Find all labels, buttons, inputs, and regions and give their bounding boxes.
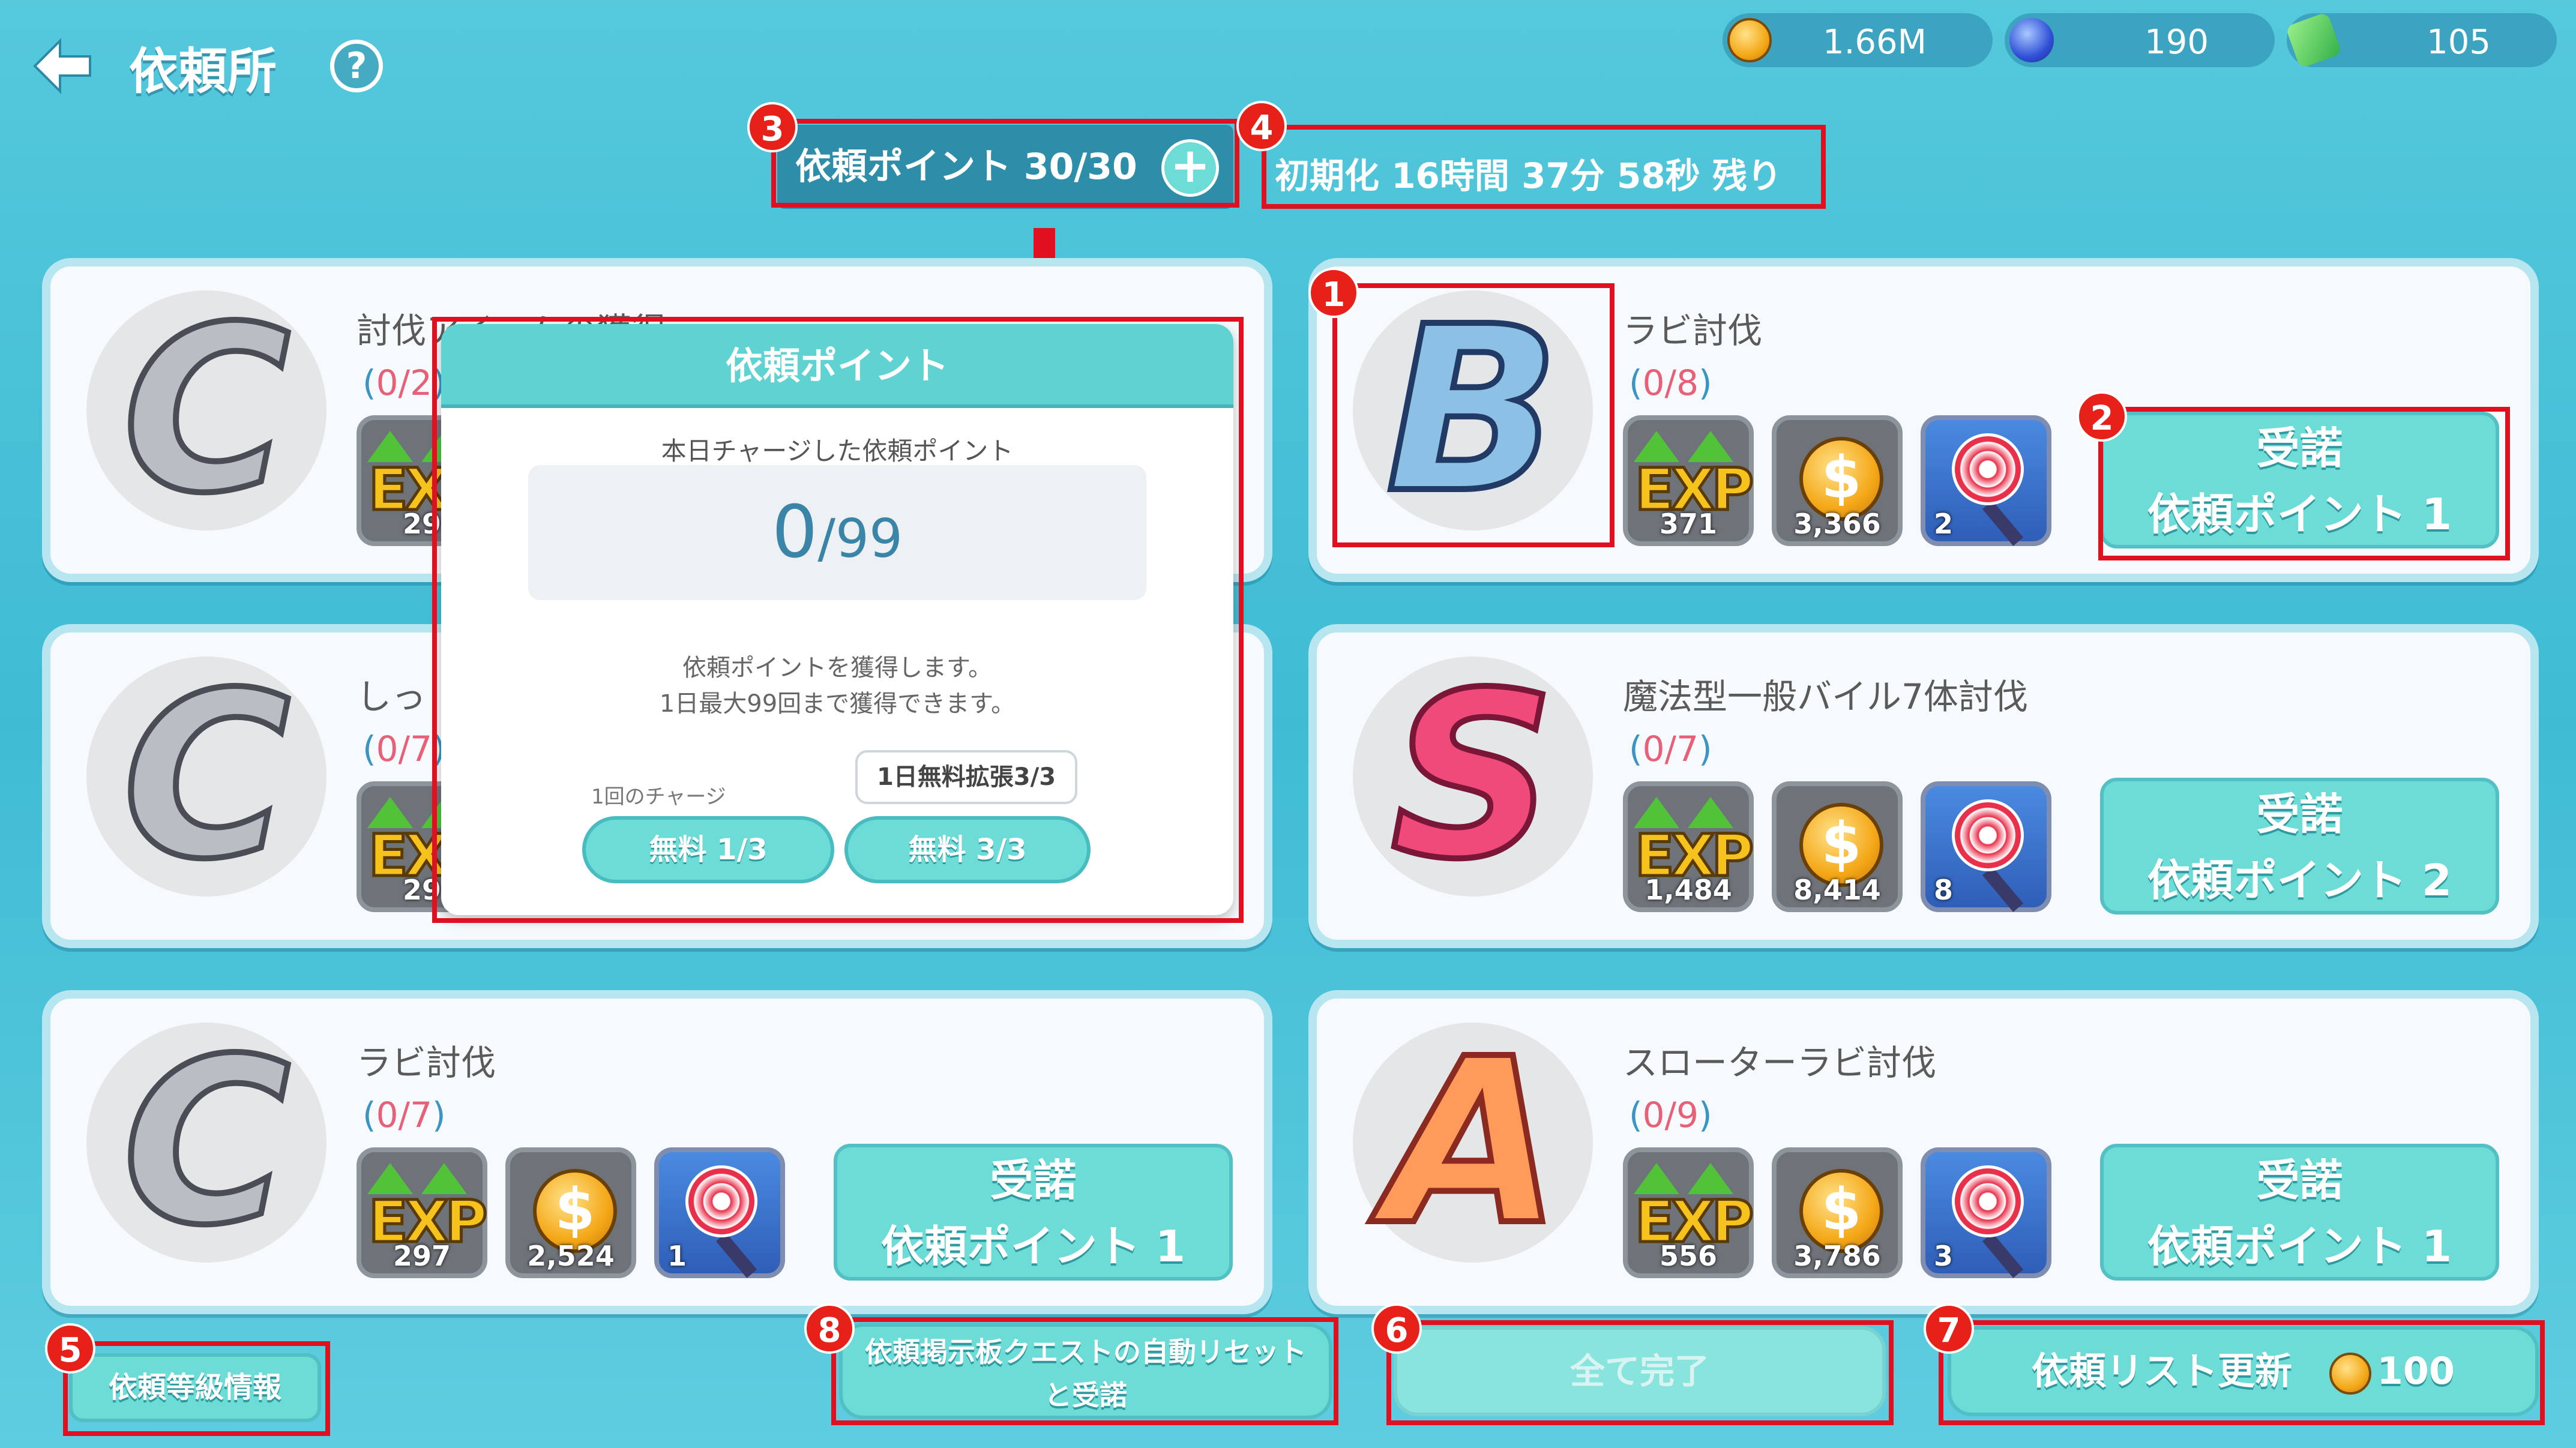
help-icon[interactable]: ? — [330, 40, 383, 92]
quest-card: A スローターラビ討伐 (0/9) EXP 556 $3,786 3 受諾 依頼ポイ… — [1308, 990, 2539, 1314]
back-arrow-icon[interactable] — [30, 36, 96, 96]
marker-6: 6 — [1371, 1303, 1422, 1354]
quest-name: スローターラビ討伐 — [1623, 1042, 1937, 1083]
rank-badge: C — [86, 643, 327, 909]
rank-letter: C — [120, 643, 293, 909]
quest-progress: (0/8) — [1629, 362, 1712, 403]
popup-annotation-box — [432, 317, 1244, 923]
marker-4: 4 — [1236, 101, 1287, 151]
quest-name: ラビ討伐 — [1623, 310, 1763, 351]
quest-name: しっ — [357, 676, 427, 717]
rank-badge: C — [86, 277, 327, 543]
page-title: 依頼所 — [129, 43, 277, 100]
ticket-amount: 105 — [2427, 23, 2491, 62]
rank-letter: S — [1388, 643, 1558, 909]
gold-coin-icon — [1727, 18, 1772, 62]
ticket-currency: 105 — [2285, 11, 2557, 69]
quest-card: C ラビ討伐 (0/7) EXP 297 $2,524 1 受諾 依頼ポイント 1 — [42, 990, 1272, 1314]
gem-amount: 190 — [2144, 23, 2209, 62]
marker-1: 1 — [1308, 268, 1359, 318]
blue-gem-icon — [2009, 18, 2054, 62]
green-ticket-icon — [2285, 11, 2343, 69]
candy-reward: 3 — [1921, 1147, 2051, 1278]
marker-7: 7 — [1924, 1303, 1974, 1354]
candy-reward: 2 — [1921, 415, 2051, 546]
candy-reward: 1 — [654, 1147, 785, 1278]
marker-2: 2 — [2077, 391, 2127, 442]
rank-letter: C — [120, 277, 293, 543]
exp-reward: EXP 1,484 — [1623, 781, 1755, 912]
rank-badge: C — [86, 1009, 327, 1275]
marker-box-2 — [2098, 407, 2510, 560]
coin-reward: $3,786 — [1772, 1147, 1903, 1278]
rank-letter: A — [1382, 1009, 1564, 1275]
exp-reward: EXP 371 — [1623, 415, 1755, 546]
marker-box-1 — [1332, 283, 1615, 547]
quest-progress: (0/7) — [363, 1095, 446, 1135]
marker-box-5 — [63, 1341, 330, 1436]
gold-amount: 1.66M — [1822, 23, 1927, 62]
coin-reward: $2,524 — [505, 1147, 636, 1278]
rank-badge: A — [1353, 1009, 1593, 1275]
exp-reward: EXP 556 — [1623, 1147, 1755, 1278]
marker-box-7 — [1939, 1320, 2545, 1425]
reset-timer-box: 初期化 16時間 37分 58秒 残り — [1262, 125, 1826, 209]
rank-letter: C — [120, 1009, 293, 1275]
accept-button[interactable]: 受諾 依頼ポイント 2 — [2100, 778, 2499, 915]
quest-progress: (0/9) — [1629, 1095, 1712, 1135]
gem-currency: 190 — [2005, 13, 2275, 67]
marker-box-3 — [771, 119, 1239, 208]
coin-reward: $3,366 — [1772, 415, 1903, 546]
quest-progress: (0/7) — [1629, 729, 1712, 769]
quest-name: ラビ討伐 — [357, 1042, 496, 1083]
accept-button[interactable]: 受諾 依頼ポイント 1 — [834, 1144, 1233, 1281]
gold-currency: 1.66M — [1723, 13, 1993, 67]
exp-reward: EXP 297 — [357, 1147, 489, 1278]
accept-button[interactable]: 受諾 依頼ポイント 1 — [2100, 1144, 2499, 1281]
marker-box-6 — [1386, 1320, 1894, 1425]
marker-8: 8 — [804, 1303, 855, 1354]
candy-reward: 8 — [1921, 781, 2051, 912]
rank-badge: S — [1353, 643, 1593, 909]
marker-3: 3 — [747, 102, 798, 152]
marker-box-8 — [831, 1317, 1338, 1425]
reset-timer: 初期化 16時間 37分 58秒 残り — [1275, 155, 1782, 196]
coin-reward: $8,414 — [1772, 781, 1903, 912]
marker-5: 5 — [45, 1323, 95, 1374]
quest-card: S 魔法型一般バイル7体討伐 (0/7) EXP 1,484 $8,414 8 受… — [1308, 624, 2539, 948]
quest-name: 魔法型一般バイル7体討伐 — [1623, 676, 2028, 717]
